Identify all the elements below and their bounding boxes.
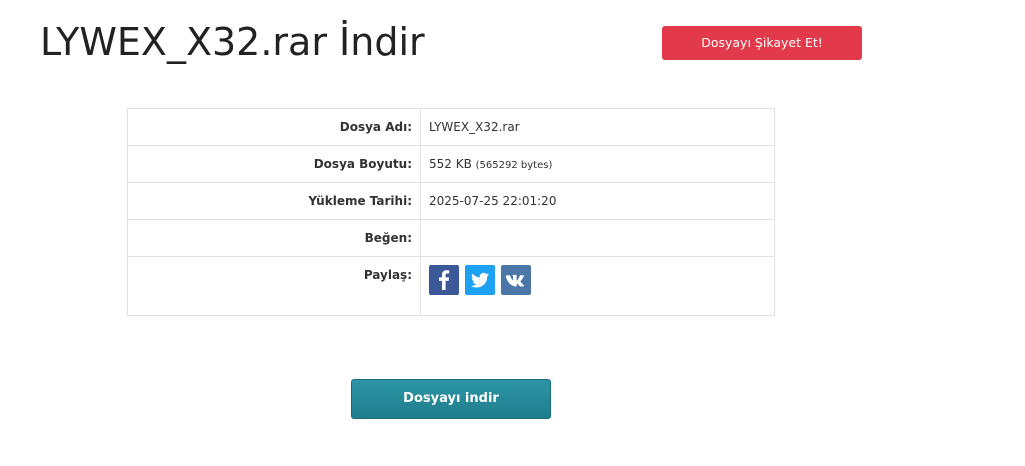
upload-date-label: Yükleme Tarihi: [127,182,421,220]
like-label: Beğen: [127,219,421,257]
file-size-label: Dosya Boyutu: [127,145,421,183]
vk-icon[interactable] [501,265,531,295]
table-row: Yükleme Tarihi: 2025-07-25 22:01:20 [127,182,775,220]
file-size-value: 552 KB [429,157,472,171]
share-icons [429,265,766,295]
file-info-table: Dosya Adı: LYWEX_X32.rar Dosya Boyutu: 5… [127,108,775,316]
twitter-icon[interactable] [465,265,495,295]
file-size-bytes: (565292 bytes) [475,160,553,171]
upload-date-value: 2025-07-25 22:01:20 [420,182,775,220]
facebook-icon[interactable] [429,265,459,295]
file-name-value: LYWEX_X32.rar [420,108,775,146]
like-value [420,219,775,257]
page: LYWEX_X32.rar İndir Dosyayı Şikayet Et! … [0,0,1025,466]
table-row: Dosya Boyutu: 552 KB (565292 bytes) [127,145,775,183]
share-cell [420,256,775,316]
table-row: Beğen: [127,219,775,257]
file-size-cell: 552 KB (565292 bytes) [420,145,775,183]
table-row: Paylaş: [127,256,775,316]
file-name-label: Dosya Adı: [127,108,421,146]
report-file-button[interactable]: Dosyayı Şikayet Et! [662,26,862,60]
table-row: Dosya Adı: LYWEX_X32.rar [127,108,775,146]
page-title: LYWEX_X32.rar İndir [40,20,425,64]
share-label: Paylaş: [127,256,421,316]
download-button[interactable]: Dosyayı indir [351,379,551,419]
